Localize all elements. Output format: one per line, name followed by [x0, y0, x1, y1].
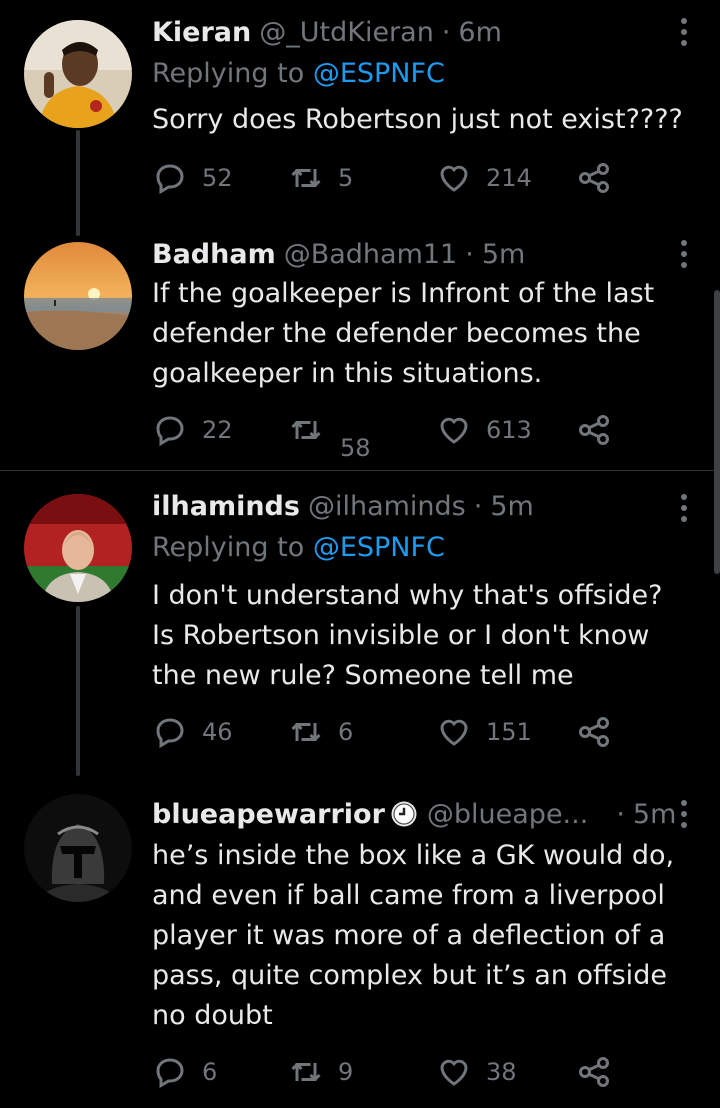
replying-to: Replying to @ESPNFC [152, 54, 445, 94]
separator-dot: · [441, 16, 451, 48]
avatar[interactable] [24, 20, 132, 128]
replying-prefix: Replying to [152, 58, 305, 89]
tweet-actions: 22 58 613 [152, 410, 632, 462]
like-button[interactable]: 214 [436, 158, 532, 198]
share-button[interactable] [576, 1052, 612, 1092]
separator-dot: · [465, 238, 474, 270]
avatar[interactable] [24, 794, 132, 902]
like-count: 151 [486, 718, 532, 746]
author-handle[interactable]: @Badham11 [284, 239, 458, 270]
author-handle[interactable]: @ilhaminds [308, 491, 466, 522]
tweet-header: Badham @Badham11 · 5m [152, 234, 525, 274]
reply-button[interactable]: 52 [152, 158, 233, 198]
timestamp[interactable]: 5m [633, 799, 676, 830]
like-count: 38 [486, 1058, 517, 1086]
tweet-4[interactable]: blueapewarrior @blueape... · 5m he’s ins… [0, 784, 720, 1108]
timestamp[interactable]: 5m [482, 239, 525, 270]
retweet-icon [291, 1063, 321, 1081]
share-button[interactable] [576, 712, 612, 752]
heart-icon [440, 719, 468, 746]
author-name[interactable]: Badham [152, 239, 276, 270]
retweet-icon [291, 169, 321, 187]
timestamp[interactable]: 6m [458, 17, 501, 48]
author-name[interactable]: blueapewarrior [152, 799, 385, 830]
reply-icon [156, 1058, 184, 1089]
reply-count: 22 [202, 416, 233, 444]
thread-line [76, 606, 80, 776]
retweet-icon [291, 421, 321, 439]
like-count: 214 [486, 164, 532, 192]
tweet-text: If the goalkeeper is Infront of the last… [152, 278, 655, 389]
retweet-icon [291, 723, 321, 741]
share-icon [579, 415, 609, 445]
retweet-button[interactable]: 6 [288, 712, 353, 752]
heart-icon [440, 165, 468, 192]
like-count: 613 [486, 416, 532, 444]
more-icon[interactable] [680, 800, 688, 828]
separator-dot: · [616, 798, 625, 830]
tweet-3[interactable]: ilhaminds @ilhaminds · 5m Replying to @E… [0, 478, 720, 778]
tweet-header: ilhaminds @ilhaminds · 5m [152, 486, 534, 526]
reply-icon [156, 718, 184, 749]
tweet-header: Kieran @_UtdKieran · 6m [152, 12, 502, 52]
tweet-text: Sorry does Robertson just not exist???? [152, 104, 683, 135]
tweet-header: blueapewarrior @blueape... · 5m [152, 794, 676, 834]
retweet-count: 6 [338, 718, 354, 746]
share-icon [579, 717, 609, 747]
share-button[interactable] [576, 410, 612, 450]
tweet-2[interactable]: Badham @Badham11 · 5m If the goalkeeper … [0, 232, 720, 470]
more-icon[interactable] [680, 18, 688, 46]
mention-link[interactable]: @ESPNFC [313, 532, 445, 563]
avatar[interactable] [24, 494, 132, 602]
retweet-button[interactable]: 58 [288, 410, 371, 462]
author-handle[interactable]: @blueape... [427, 799, 588, 830]
reply-count: 46 [202, 718, 233, 746]
mention-link[interactable]: @ESPNFC [313, 58, 445, 89]
replying-prefix: Replying to [152, 532, 305, 563]
reply-button[interactable]: 46 [152, 712, 233, 752]
retweet-count: 58 [340, 434, 371, 462]
more-icon[interactable] [680, 494, 688, 522]
divider [0, 470, 720, 471]
reply-icon [156, 164, 184, 195]
reply-button[interactable]: 22 [152, 410, 233, 450]
retweet-button[interactable]: 9 [288, 1052, 353, 1092]
reply-count: 52 [202, 164, 233, 192]
replying-to: Replying to @ESPNFC [152, 528, 445, 568]
tweet-text: he’s inside the box like a GK would do, … [152, 840, 675, 1031]
share-icon [579, 1057, 609, 1087]
share-icon [579, 163, 609, 193]
author-name[interactable]: ilhaminds [152, 491, 300, 522]
retweet-count: 5 [338, 164, 354, 192]
share-button[interactable] [576, 158, 612, 198]
retweet-button[interactable]: 5 [288, 158, 353, 198]
more-icon[interactable] [680, 240, 688, 268]
reply-button[interactable]: 6 [152, 1052, 217, 1092]
tweet-actions: 46 6 151 [152, 712, 632, 752]
like-button[interactable]: 151 [436, 712, 532, 752]
retweet-count: 9 [338, 1058, 354, 1086]
tweet-actions: 52 5 214 [152, 158, 632, 198]
scrollbar[interactable] [714, 290, 720, 574]
author-handle[interactable]: @_UtdKieran [259, 17, 434, 48]
author-name[interactable]: Kieran [152, 17, 251, 48]
heart-icon [440, 417, 468, 444]
tweet-text: I don't understand why that's offside? I… [152, 580, 663, 691]
clock-badge-icon [391, 801, 417, 827]
reply-count: 6 [202, 1058, 218, 1086]
thread-line [76, 130, 80, 236]
separator-dot: · [473, 490, 483, 522]
tweet-1[interactable]: Kieran @_UtdKieran · 6m Replying to @ESP… [0, 0, 720, 240]
like-button[interactable]: 613 [436, 410, 532, 450]
timestamp[interactable]: 5m [490, 491, 533, 522]
avatar[interactable] [24, 242, 132, 350]
reply-icon [156, 416, 184, 447]
tweet-actions: 6 9 38 [152, 1052, 632, 1092]
heart-icon [440, 1059, 468, 1086]
like-button[interactable]: 38 [436, 1052, 517, 1092]
